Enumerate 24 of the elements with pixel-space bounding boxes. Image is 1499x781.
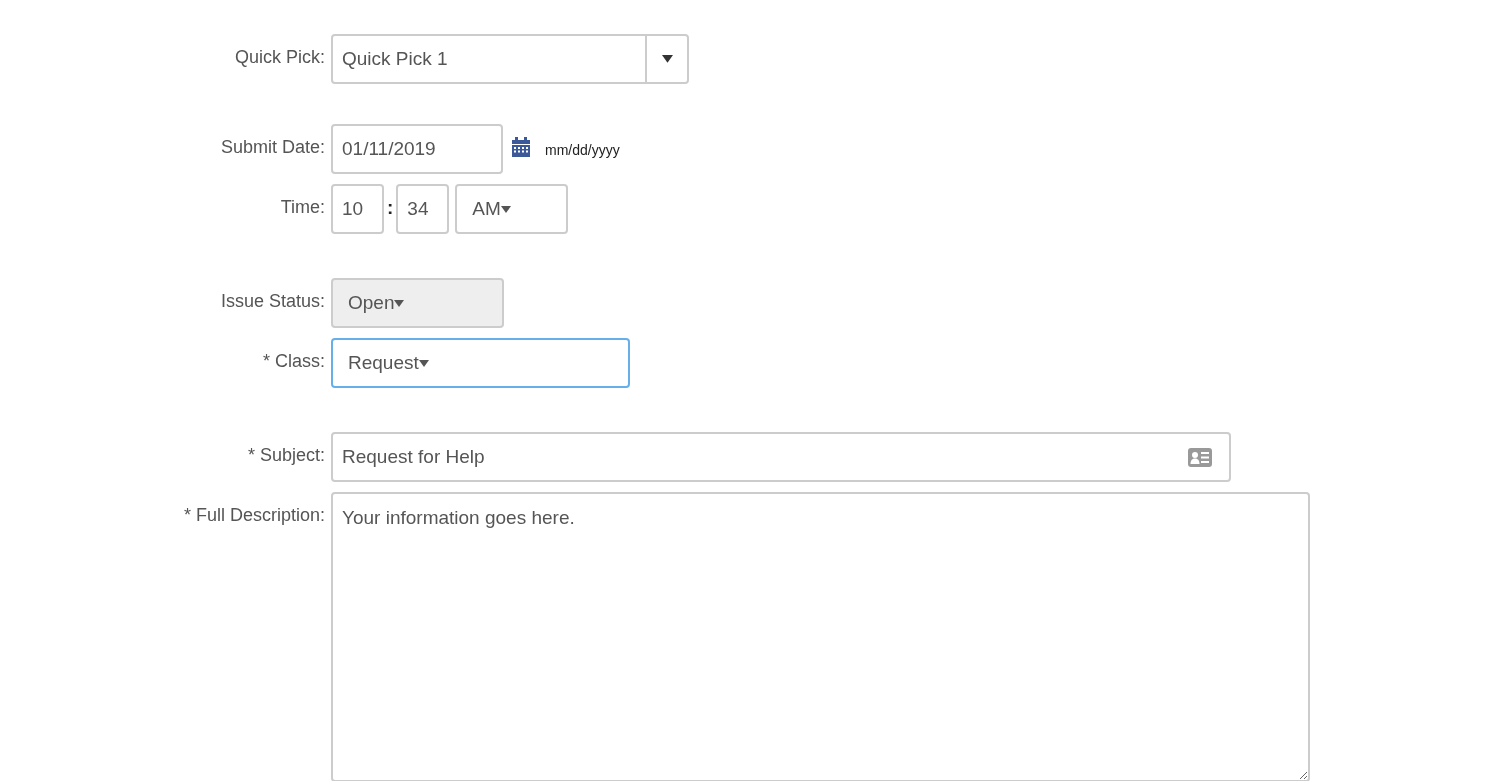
description-field[interactable]: Your information goes here. xyxy=(331,492,1310,781)
caret-icon xyxy=(661,55,673,63)
period-select[interactable]: AM xyxy=(455,184,569,234)
combo-value: Quick Pick 1 xyxy=(341,46,449,71)
hour-field[interactable]: 10 xyxy=(331,184,384,234)
date-format-hint: mm/dd/yyyy xyxy=(545,141,620,160)
date-field[interactable]: 01/11/2019 xyxy=(331,124,503,174)
time-separator: : xyxy=(386,196,395,220)
field-label: Submit Date: xyxy=(219,136,326,159)
combo-box[interactable]: Quick Pick 1 xyxy=(331,34,689,84)
select-field[interactable]: Request xyxy=(331,338,630,388)
field-label: Issue Status: xyxy=(219,290,326,313)
minute-field[interactable]: 34 xyxy=(396,184,450,234)
field-label: Time: xyxy=(279,196,326,219)
field-label: Quick Pick: xyxy=(233,46,326,69)
contact-card-icon xyxy=(1188,447,1212,467)
field-label: * Class: xyxy=(262,350,326,373)
calendar-icon[interactable] xyxy=(511,137,531,157)
caret-icon xyxy=(418,359,429,367)
caret-icon xyxy=(500,205,511,213)
caret-icon xyxy=(394,299,405,307)
field-label: * Full Description: xyxy=(182,504,326,527)
subject-field[interactable]: Request for Help xyxy=(331,432,1231,482)
field-label: * Subject: xyxy=(246,444,326,467)
